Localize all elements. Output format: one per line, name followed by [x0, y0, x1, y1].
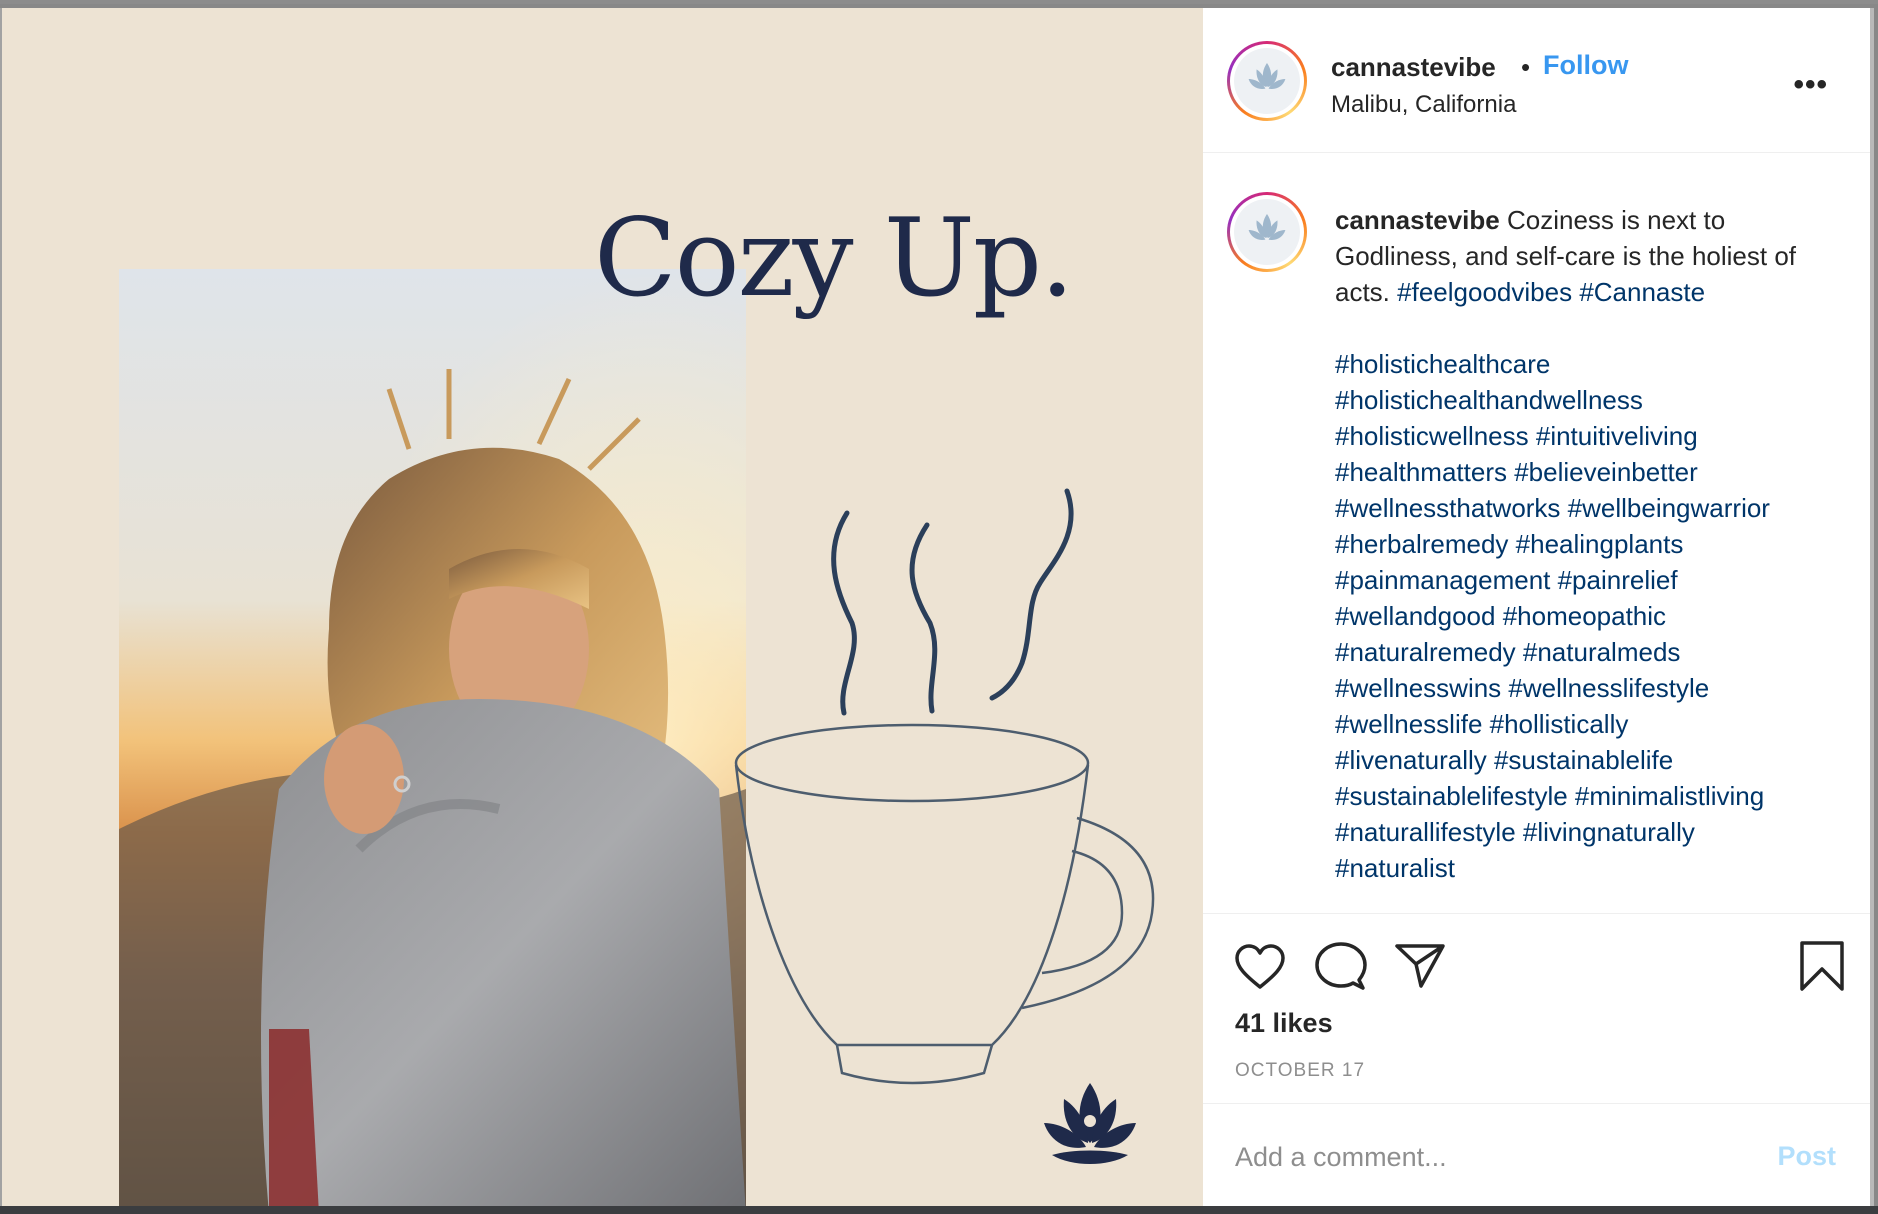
more-options-icon[interactable]: ••• — [1793, 68, 1828, 102]
header-username[interactable]: cannastevibe — [1331, 52, 1496, 83]
background-strip — [0, 1206, 1878, 1214]
lotus-logo-icon — [1044, 1083, 1136, 1164]
post-image[interactable]: Cozy Up. — [0, 8, 1203, 1210]
caption-username[interactable]: cannastevibe — [1335, 205, 1500, 235]
caption-avatar[interactable] — [1227, 192, 1307, 272]
woman-in-blanket-photo — [119, 269, 746, 1210]
follow-button[interactable]: Follow — [1543, 50, 1628, 81]
separator-dot: • — [1521, 52, 1531, 82]
location-link[interactable]: Malibu, California — [1331, 91, 1516, 119]
caption-section: cannastevibe Coziness is next to Godline… — [1203, 154, 1870, 914]
lotus-avatar-icon — [1248, 63, 1286, 89]
post-headline: Cozy Up. — [594, 196, 1074, 321]
post-header: cannastevibe • Follow Malibu, California… — [1203, 8, 1870, 153]
post-date: OCTOBER 17 — [1235, 1060, 1366, 1081]
post-sidebar: cannastevibe • Follow Malibu, California… — [1203, 8, 1874, 1210]
hashtag-list: #holistichealthcare #holistichealthandwe… — [1335, 346, 1855, 886]
share-icon[interactable] — [1395, 942, 1445, 988]
avatar[interactable] — [1227, 41, 1307, 121]
hashtag-line[interactable]: #healthmatters #believeinbetter — [1335, 454, 1855, 490]
caption-text: cannastevibe Coziness is next to Godline… — [1335, 202, 1855, 886]
hashtag-line[interactable]: #wellnessthatworks #wellbeingwarrior — [1335, 490, 1855, 526]
hashtag-line[interactable]: #painmanagement #painrelief — [1335, 562, 1855, 598]
hashtag-line[interactable]: #holistichealthandwellness — [1335, 382, 1855, 418]
hashtag-line[interactable]: #naturallifestyle #livingnaturally — [1335, 814, 1855, 850]
hashtag-line[interactable]: #naturalist — [1335, 850, 1855, 886]
heart-icon[interactable] — [1235, 944, 1285, 990]
hashtag-line[interactable]: #holisticwellness #intuitiveliving — [1335, 418, 1855, 454]
comment-bar: Post — [1203, 1105, 1870, 1210]
hashtag-line[interactable]: #livenaturally #sustainablelife — [1335, 742, 1855, 778]
comment-input[interactable] — [1235, 1135, 1735, 1179]
hashtag-line[interactable]: #wellandgood #homeopathic — [1335, 598, 1855, 634]
coffee-cup-illustration — [734, 488, 1155, 1085]
hashtag[interactable]: #feelgoodvibes — [1397, 277, 1572, 307]
comment-icon[interactable] — [1315, 942, 1367, 992]
hashtag-line[interactable]: #herbalremedy #healingplants — [1335, 526, 1855, 562]
lotus-avatar-icon — [1248, 214, 1286, 240]
hashtag-line[interactable]: #sustainablelifestyle #minimalistliving — [1335, 778, 1855, 814]
hashtag[interactable]: #Cannaste — [1579, 277, 1705, 307]
hashtag-line[interactable]: #holistichealthcare — [1335, 346, 1855, 382]
hashtag-line[interactable]: #wellnesslife #hollistically — [1335, 706, 1855, 742]
hashtag-line[interactable]: #naturalremedy #naturalmeds — [1335, 634, 1855, 670]
window-frame: Cozy Up. cannastevibe • Follow Malibu, C… — [0, 0, 1878, 1210]
post-comment-button[interactable]: Post — [1777, 1141, 1836, 1172]
post-actions: 41 likes OCTOBER 17 — [1203, 914, 1870, 1104]
likes-count[interactable]: 41 likes — [1235, 1008, 1333, 1039]
bookmark-icon[interactable] — [1799, 940, 1845, 992]
hashtag-line[interactable]: #wellnesswins #wellnesslifestyle — [1335, 670, 1855, 706]
